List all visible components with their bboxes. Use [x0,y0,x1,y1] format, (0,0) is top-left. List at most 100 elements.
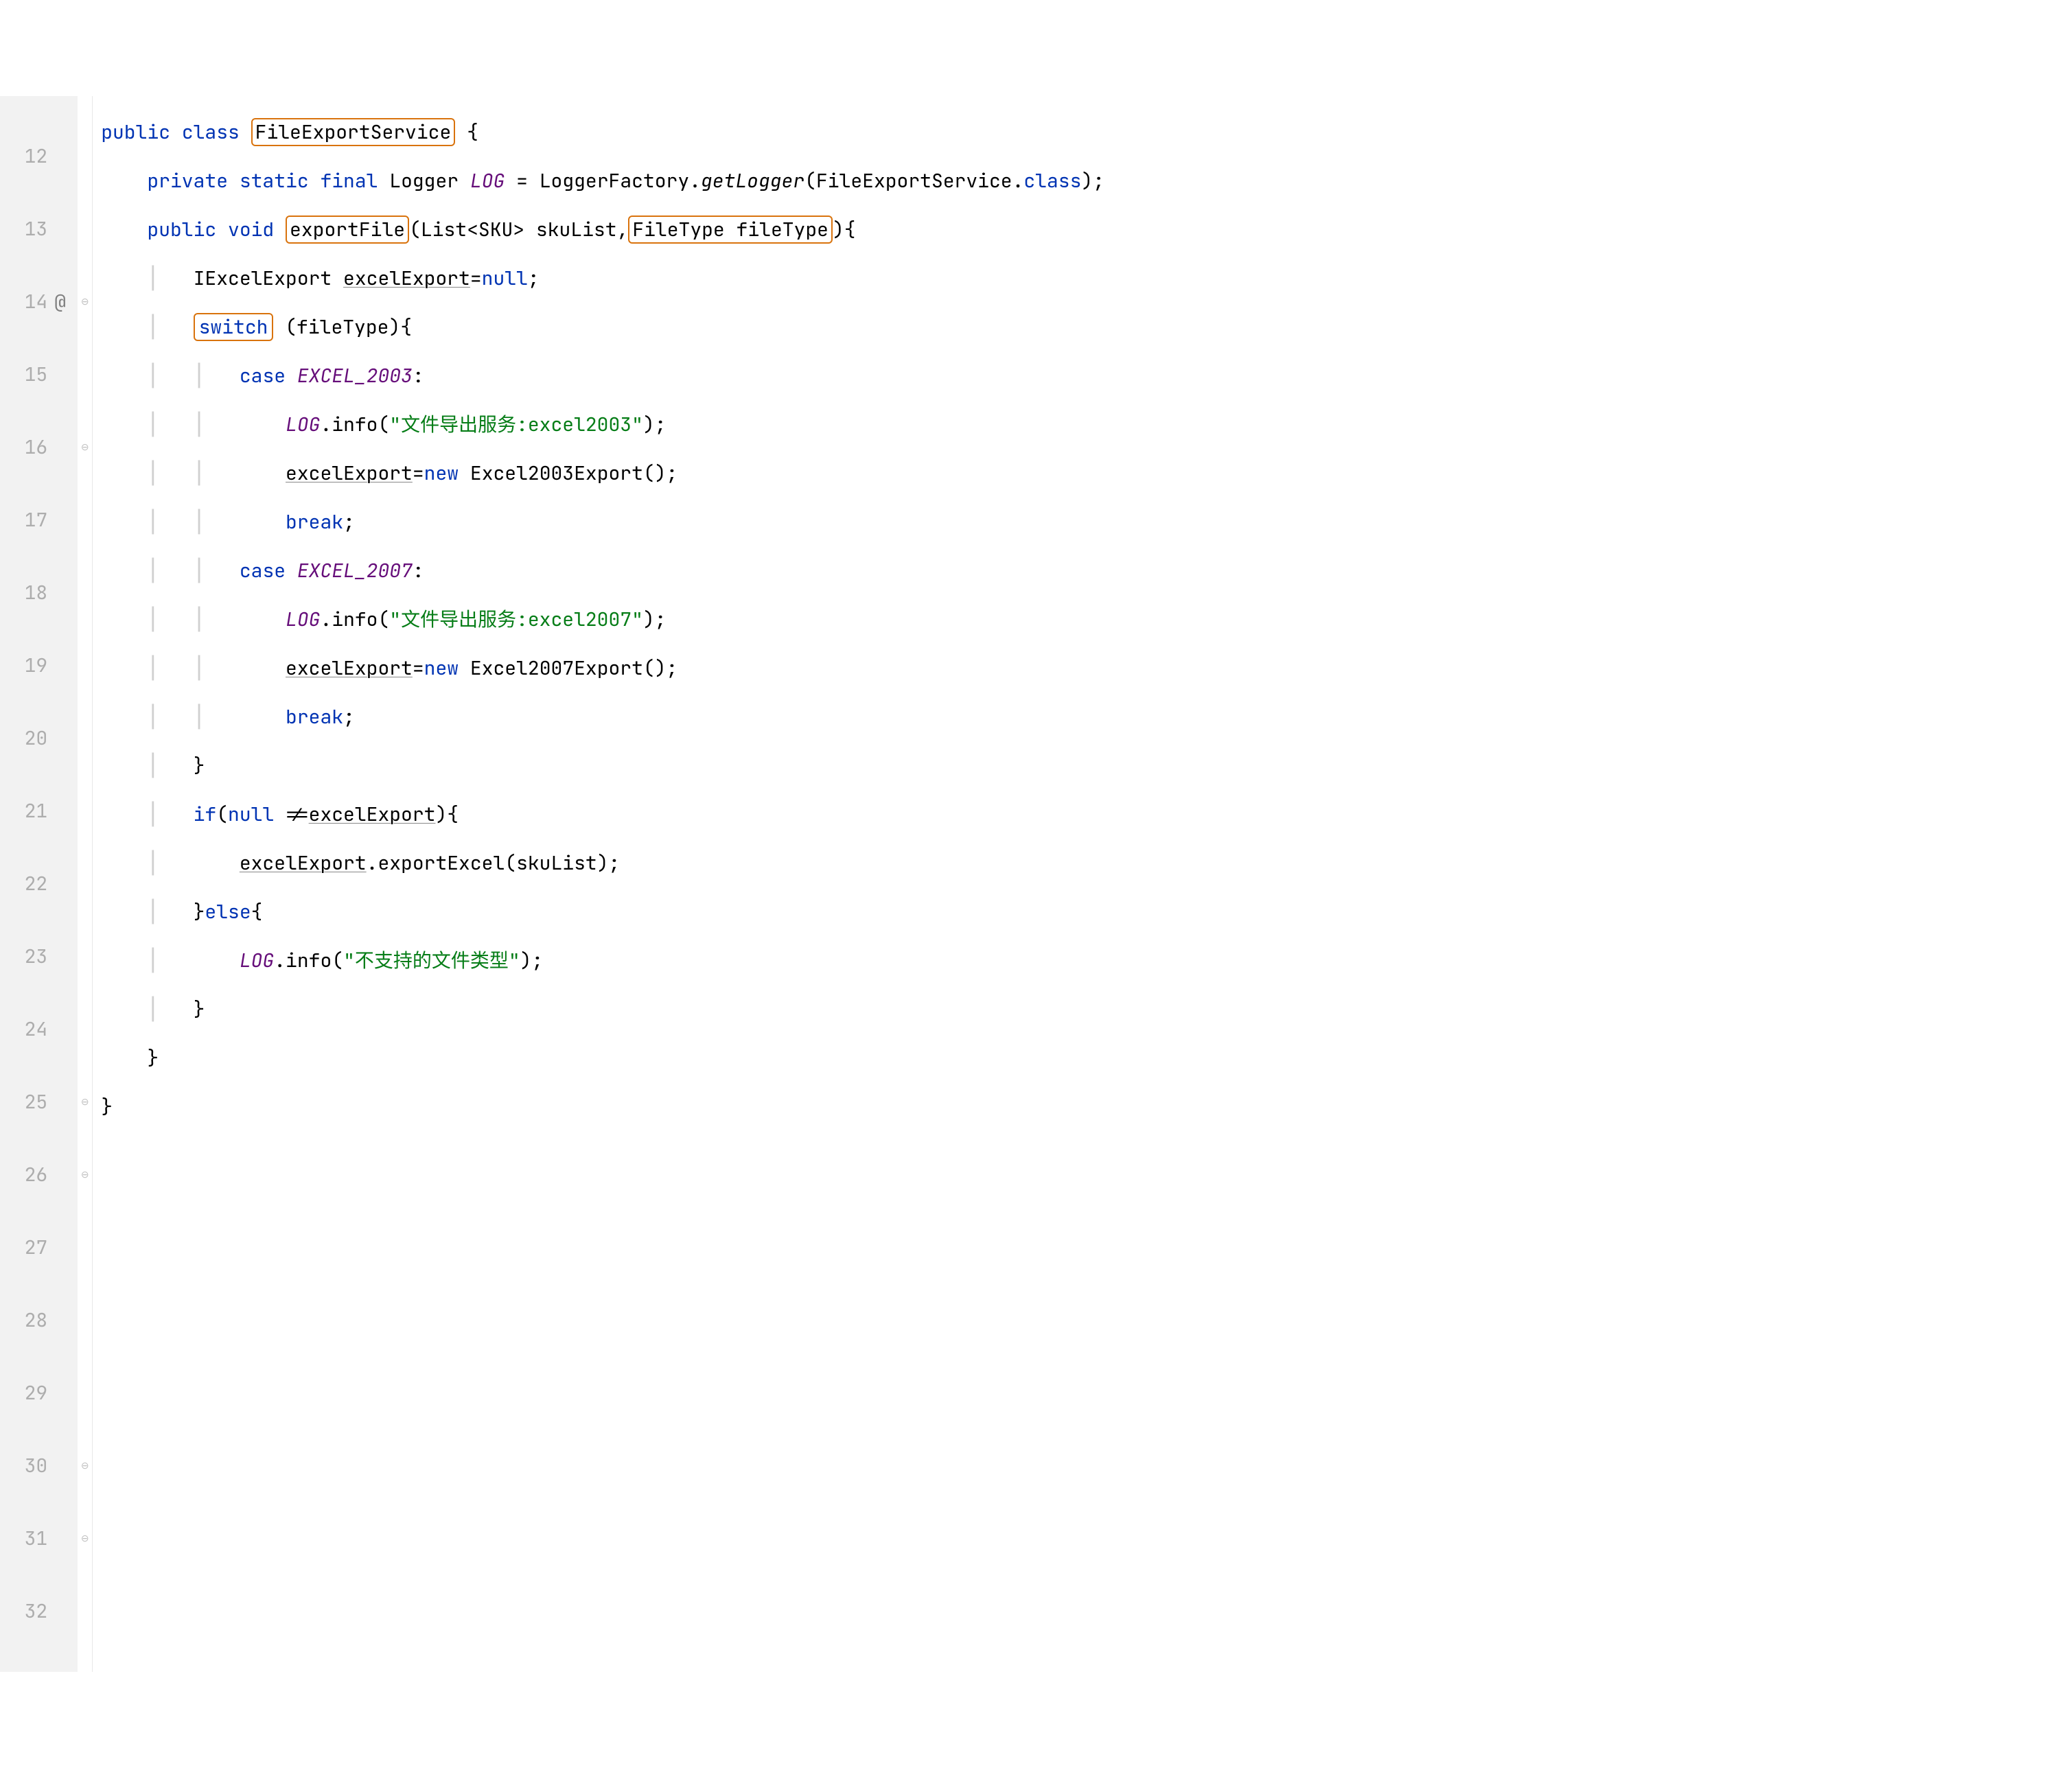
enum-excel2003: EXCEL_2003 [297,363,413,388]
line-number: 13 [1,217,47,242]
keyword-private: private [147,168,228,194]
type-excel2003export: Excel2003Export [470,461,643,486]
line-number: 29 [1,1381,47,1406]
field-log: LOG [470,168,505,194]
fold-toggle-icon[interactable]: ⊖ [78,1163,92,1187]
enum-excel2007: EXCEL_2007 [297,558,413,583]
method-exportexcel: exportExcel [378,850,505,876]
highlight-box-method: exportFile [286,216,409,244]
param-skulist: skuList [536,217,617,242]
code-line[interactable]: │ │ break; [101,510,1104,535]
method-info: info [286,948,332,973]
keyword-if: if [194,802,217,827]
keyword-break: break [286,704,343,730]
line-number: 22 [1,872,47,896]
fold-column: ⊖ ⊖ ⊖ ⊖ ⊖ ⊖ [78,96,93,1672]
string-literal: "不支持的文件类型" [343,948,520,973]
fold-end-icon[interactable]: ⊖ [78,1454,92,1478]
line-number: 27 [1,1235,47,1260]
keyword-null: null [482,266,528,291]
line-number: 19 [1,653,47,678]
keyword-new: new [424,655,459,681]
highlight-box-switch: switch [194,313,274,341]
code-line[interactable]: private static final Logger LOG = Logger… [101,169,1104,194]
code-line[interactable]: public void exportFile(List<SKU> skuList… [101,218,1104,242]
type-excel2007export: Excel2007Export [470,655,643,681]
line-number: 30 [1,1454,47,1478]
var-excelexport: excelExport [286,655,413,681]
line-number: 18 [1,581,47,605]
line-number: 20 [1,726,47,751]
string-literal: "文件导出服务:excel2003" [389,412,643,437]
highlight-box-param: FileType fileType [628,216,833,244]
code-line[interactable]: │ switch (fileType){ [101,315,1104,340]
code-line[interactable]: │ excelExport.exportExcel(skuList); [101,851,1104,876]
fold-toggle-icon[interactable]: ⊖ [78,290,92,314]
class-ref: FileExportService [816,168,1012,194]
code-line[interactable]: │ │ LOG.info("文件导出服务:excel2003"); [101,412,1104,437]
line-number: 26 [1,1163,47,1187]
keyword-void: void [228,217,274,242]
line-number: 21 [1,799,47,824]
line-number: 17 [1,508,47,533]
code-line[interactable]: │ if(null !=excelExport){ [101,802,1104,827]
keyword-else: else [205,899,251,924]
keyword-final: final [320,168,378,194]
method-info: info [332,607,378,632]
field-log: LOG [240,948,274,973]
code-line[interactable]: public class FileExportService { [101,120,1104,145]
line-number: 25 [1,1090,47,1115]
fold-end-icon[interactable]: ⊖ [78,1090,92,1115]
keyword-public: public [147,217,216,242]
keyword-break: break [286,509,343,535]
var-excelexport: excelExport [240,850,367,876]
highlight-box-classname: FileExportService [251,118,456,146]
var-excelexport: excelExport [309,802,436,827]
line-number: 12 [1,144,47,169]
code-line[interactable]: │ │ case EXCEL_2003: [101,364,1104,388]
keyword-class-ref: class [1023,168,1081,194]
keyword-case: case [240,558,286,583]
code-line[interactable]: │ }else{ [101,900,1104,924]
field-log: LOG [286,412,320,437]
type-sku: SKU [478,217,513,242]
line-number-gutter: 12 13 14 15 16 17 18 19 20 21 22 23 24 2… [0,96,53,1672]
code-line[interactable]: │ IExcelExport excelExport=null; [101,266,1104,291]
code-line[interactable]: │ } [101,754,1104,778]
code-line[interactable]: │ │ break; [101,705,1104,730]
line-number: 14 [1,290,47,314]
keyword-static: static [240,168,309,194]
code-line[interactable]: } [101,1046,1104,1071]
line-number: 23 [1,944,47,969]
code-line[interactable]: │ │ LOG.info("文件导出服务:excel2007"); [101,607,1104,632]
code-line[interactable]: │ │ excelExport=new Excel2007Export(); [101,656,1104,681]
code-line[interactable]: │ │ case EXCEL_2007: [101,559,1104,583]
code-line[interactable]: │ LOG.info("不支持的文件类型"); [101,949,1104,973]
gutter-marker-column: @ [53,96,78,1672]
code-line[interactable]: │ │ excelExport=new Excel2003Export(); [101,461,1104,486]
code-line[interactable]: │ } [101,997,1104,1022]
field-log: LOG [286,607,320,632]
type-iexcelexport: IExcelExport [194,266,332,291]
method-info: info [332,412,378,437]
type-logger: Logger [389,168,459,194]
keyword-class: class [182,119,240,145]
code-line[interactable]: } [101,1095,1104,1119]
keyword-public: public [101,119,170,145]
string-literal: "文件导出服务:excel2007" [389,607,643,632]
var-excelexport: excelExport [343,266,470,291]
fold-end-icon[interactable]: ⊖ [78,1526,92,1551]
line-number: 16 [1,435,47,460]
keyword-new: new [424,461,459,486]
type-loggerfactory: LoggerFactory [540,168,689,194]
line-number: 15 [1,362,47,387]
method-getlogger: getLogger [701,168,804,194]
line-number: 31 [1,1526,47,1551]
code-area[interactable]: public class FileExportService { private… [93,96,1104,1672]
type-list: List [421,217,467,242]
override-marker-icon[interactable]: @ [53,290,78,314]
fold-toggle-icon[interactable]: ⊖ [78,435,92,460]
line-number: 28 [1,1308,47,1333]
var-excelexport: excelExport [286,461,413,486]
keyword-null: null [228,802,274,827]
